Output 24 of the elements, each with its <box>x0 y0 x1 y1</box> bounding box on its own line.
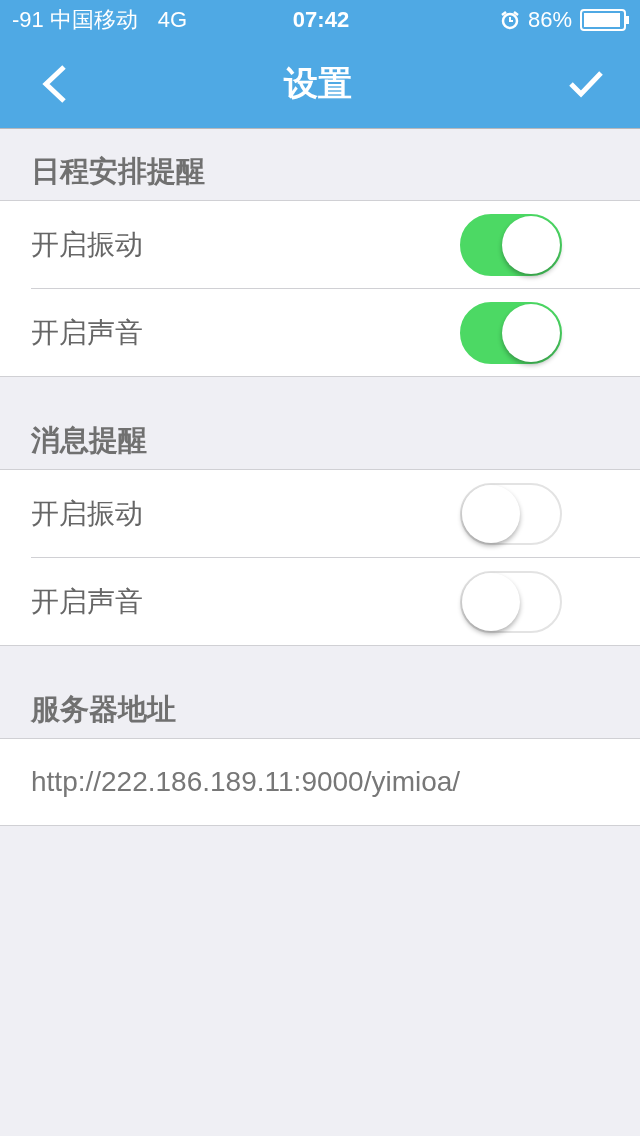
checkmark-icon <box>568 69 604 99</box>
setting-label: 开启振动 <box>31 227 143 262</box>
clock: 07:42 <box>292 7 350 33</box>
confirm-button[interactable] <box>568 69 604 99</box>
signal-strength: -91 <box>12 7 44 33</box>
section-header: 消息提醒 <box>30 423 148 458</box>
network-type: 4G <box>157 7 188 33</box>
back-button[interactable] <box>40 64 68 104</box>
alarm-icon <box>499 10 520 30</box>
toggle-switch[interactable] <box>460 570 562 633</box>
carrier-name: 中国移动 <box>49 6 138 34</box>
page-title: 设置 <box>284 63 352 104</box>
setting-label: 开启声音 <box>31 315 143 350</box>
toggle-switch[interactable] <box>460 301 562 364</box>
battery-percent: 86% <box>527 7 572 33</box>
section-header: 日程安排提醒 <box>30 154 206 189</box>
battery-icon <box>580 9 630 31</box>
setting-label: 开启振动 <box>31 496 143 531</box>
server-address-field[interactable]: http://222.186.189.11:9000/yimioa/ <box>0 738 640 826</box>
toggle-switch[interactable] <box>460 213 562 276</box>
toggle-switch[interactable] <box>460 482 562 545</box>
setting-label: 开启声音 <box>31 584 143 619</box>
section-header: 服务器地址 <box>30 692 177 727</box>
back-icon <box>40 64 68 104</box>
